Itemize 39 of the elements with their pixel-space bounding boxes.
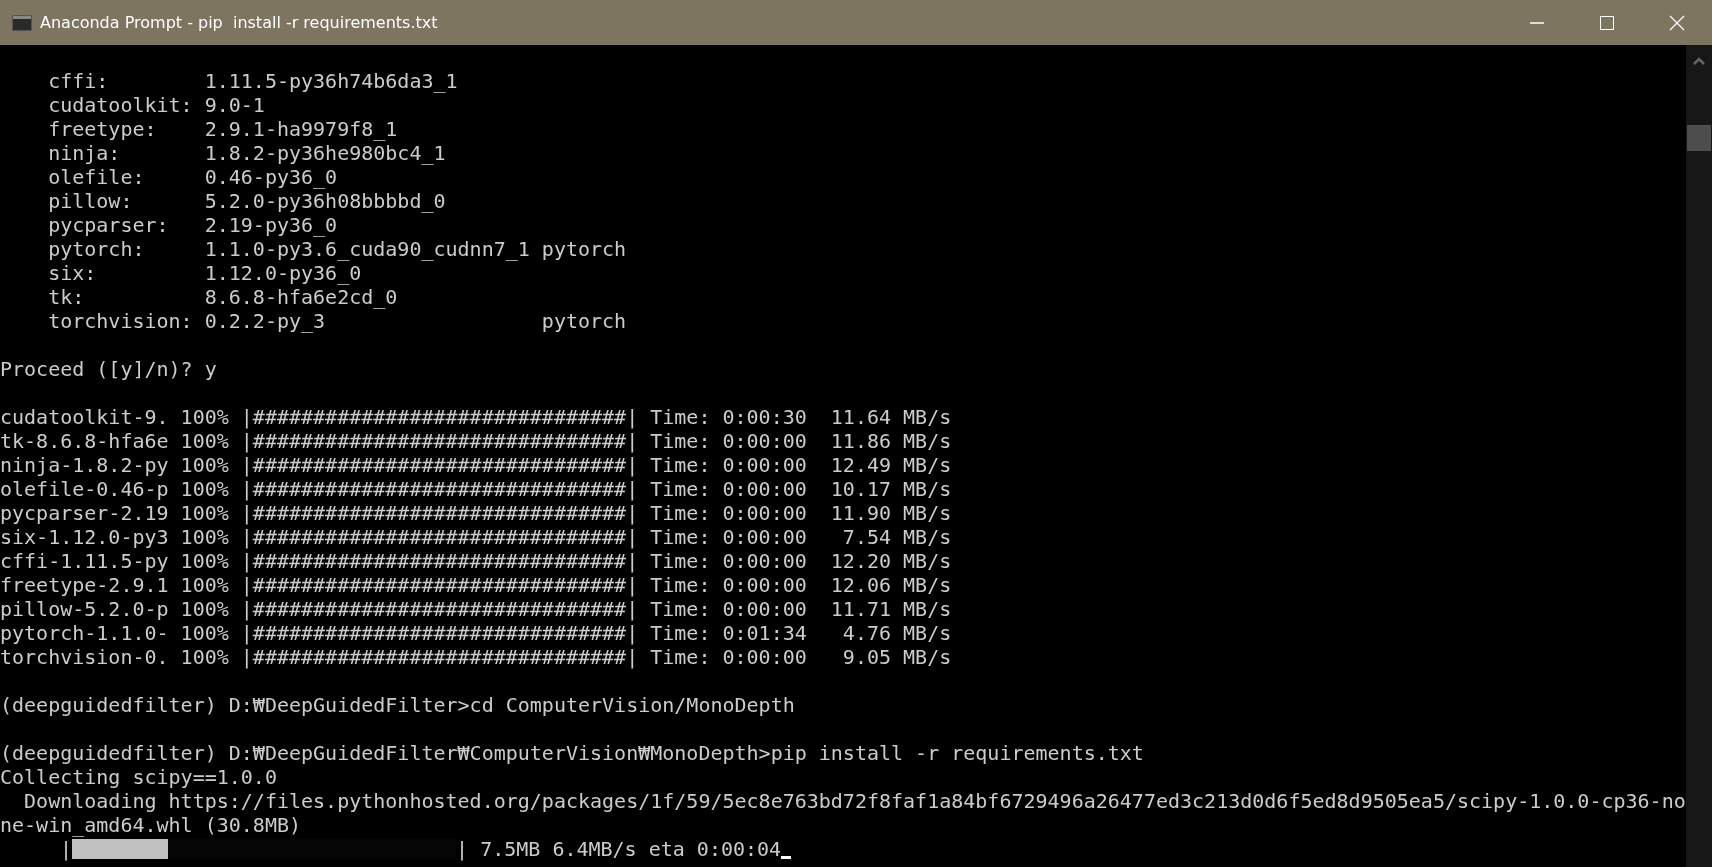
console-line: (deepguidedfilter) D:₩DeepGuidedFilter₩ComputerVision₩MonoDepth>pip install -r requirements.txt bbox=[0, 741, 1144, 765]
console-line: olefile-0.46-p 100% |###############################| Time: 0:00:00 10.17 MB/s bbox=[0, 477, 952, 501]
console-line: ne-win_amd64.whl (30.8MB) bbox=[0, 813, 302, 837]
console-line: cffi: 1.11.5-py36h74b6da3_1 bbox=[47, 69, 458, 93]
console-line: olefile: 0.46-py36_0 bbox=[47, 165, 338, 189]
console-line: pillow-5.2.0-p 100% |###############################| Time: 0:00:00 11.71 MB/s bbox=[0, 597, 952, 621]
console-line: cudatoolkit-9. 100% |###############################| Time: 0:00:30 11.64 MB/s bbox=[0, 405, 952, 429]
console-line: pycparser: 2.19-py36_0 bbox=[47, 213, 338, 237]
console-line: Collecting scipy==1.0.0 bbox=[0, 765, 277, 789]
progress-bar-edge: | bbox=[60, 837, 73, 861]
console-line: freetype: 2.9.1-ha9979f8_1 bbox=[47, 117, 398, 141]
console-line: tk-8.6.8-hfa6e 100% |###############################| Time: 0:00:00 11.86 MB/s bbox=[0, 429, 952, 453]
text-cursor bbox=[781, 856, 792, 859]
console-line: torchvision: 0.2.2-py_3 pytorch bbox=[47, 309, 627, 333]
console-line: torchvision-0. 100% |###############################| Time: 0:00:00 9.05 MB/s bbox=[0, 645, 952, 669]
scrollbar[interactable] bbox=[1686, 45, 1712, 867]
console-line: tk: 8.6.8-hfa6e2cd_0 bbox=[47, 285, 398, 309]
window-title: Anaconda Prompt - pip install -r requirements.txt bbox=[40, 13, 438, 32]
console-line: Proceed ([y]/n)? y bbox=[0, 357, 217, 381]
console-line: pytorch: 1.1.0-py3.6_cuda90_cudnn7_1 pytorch bbox=[47, 237, 627, 261]
console-line: pillow: 5.2.0-py36h08bbbbd_0 bbox=[47, 189, 446, 213]
console-line: six-1.12.0-py3 100% |###############################| Time: 0:00:00 7.54 MB/s bbox=[0, 525, 952, 549]
progress-status: | 7.5MB 6.4MB/s eta 0:00:04 bbox=[456, 837, 782, 861]
minimize-icon bbox=[1530, 21, 1544, 24]
console-line: six: 1.12.0-py36_0 bbox=[47, 261, 362, 285]
scroll-up-icon[interactable] bbox=[1693, 57, 1705, 65]
console-line: freetype-2.9.1 100% |###############################| Time: 0:00:00 12.06 MB/s bbox=[0, 573, 952, 597]
console-line: pytorch-1.1.0- 100% |###############################| Time: 0:01:34 4.76 MB/s bbox=[0, 621, 952, 645]
terminal-icon bbox=[12, 14, 32, 31]
console-line: cffi-1.11.5-py 100% |###############################| Time: 0:00:00 12.20 MB/s bbox=[0, 549, 952, 573]
maximize-icon bbox=[1599, 14, 1615, 31]
console-line: Downloading https://files.pythonhosted.org/packages/1f/59/5ec8e763bd72f8faf1a84bf6729496a26477ed3c213d0d6f5ed8d9505ea5/scipy-1.0.0-cp36-no bbox=[23, 789, 1686, 813]
close-icon bbox=[1669, 14, 1685, 31]
console-line: (deepguidedfilter) D:₩DeepGuidedFilter>cd ComputerVision/MonoDepth bbox=[0, 693, 795, 717]
console-line: cudatoolkit: 9.0-1 bbox=[47, 93, 265, 117]
console-line: ninja: 1.8.2-py36he980bc4_1 bbox=[47, 141, 446, 165]
scroll-thumb[interactable] bbox=[1687, 125, 1711, 151]
console-line: ninja-1.8.2-py 100% |###############################| Time: 0:00:00 12.49 MB/s bbox=[0, 453, 952, 477]
console-line: pycparser-2.19 100% |###############################| Time: 0:00:00 11.90 MB/s bbox=[0, 501, 952, 525]
